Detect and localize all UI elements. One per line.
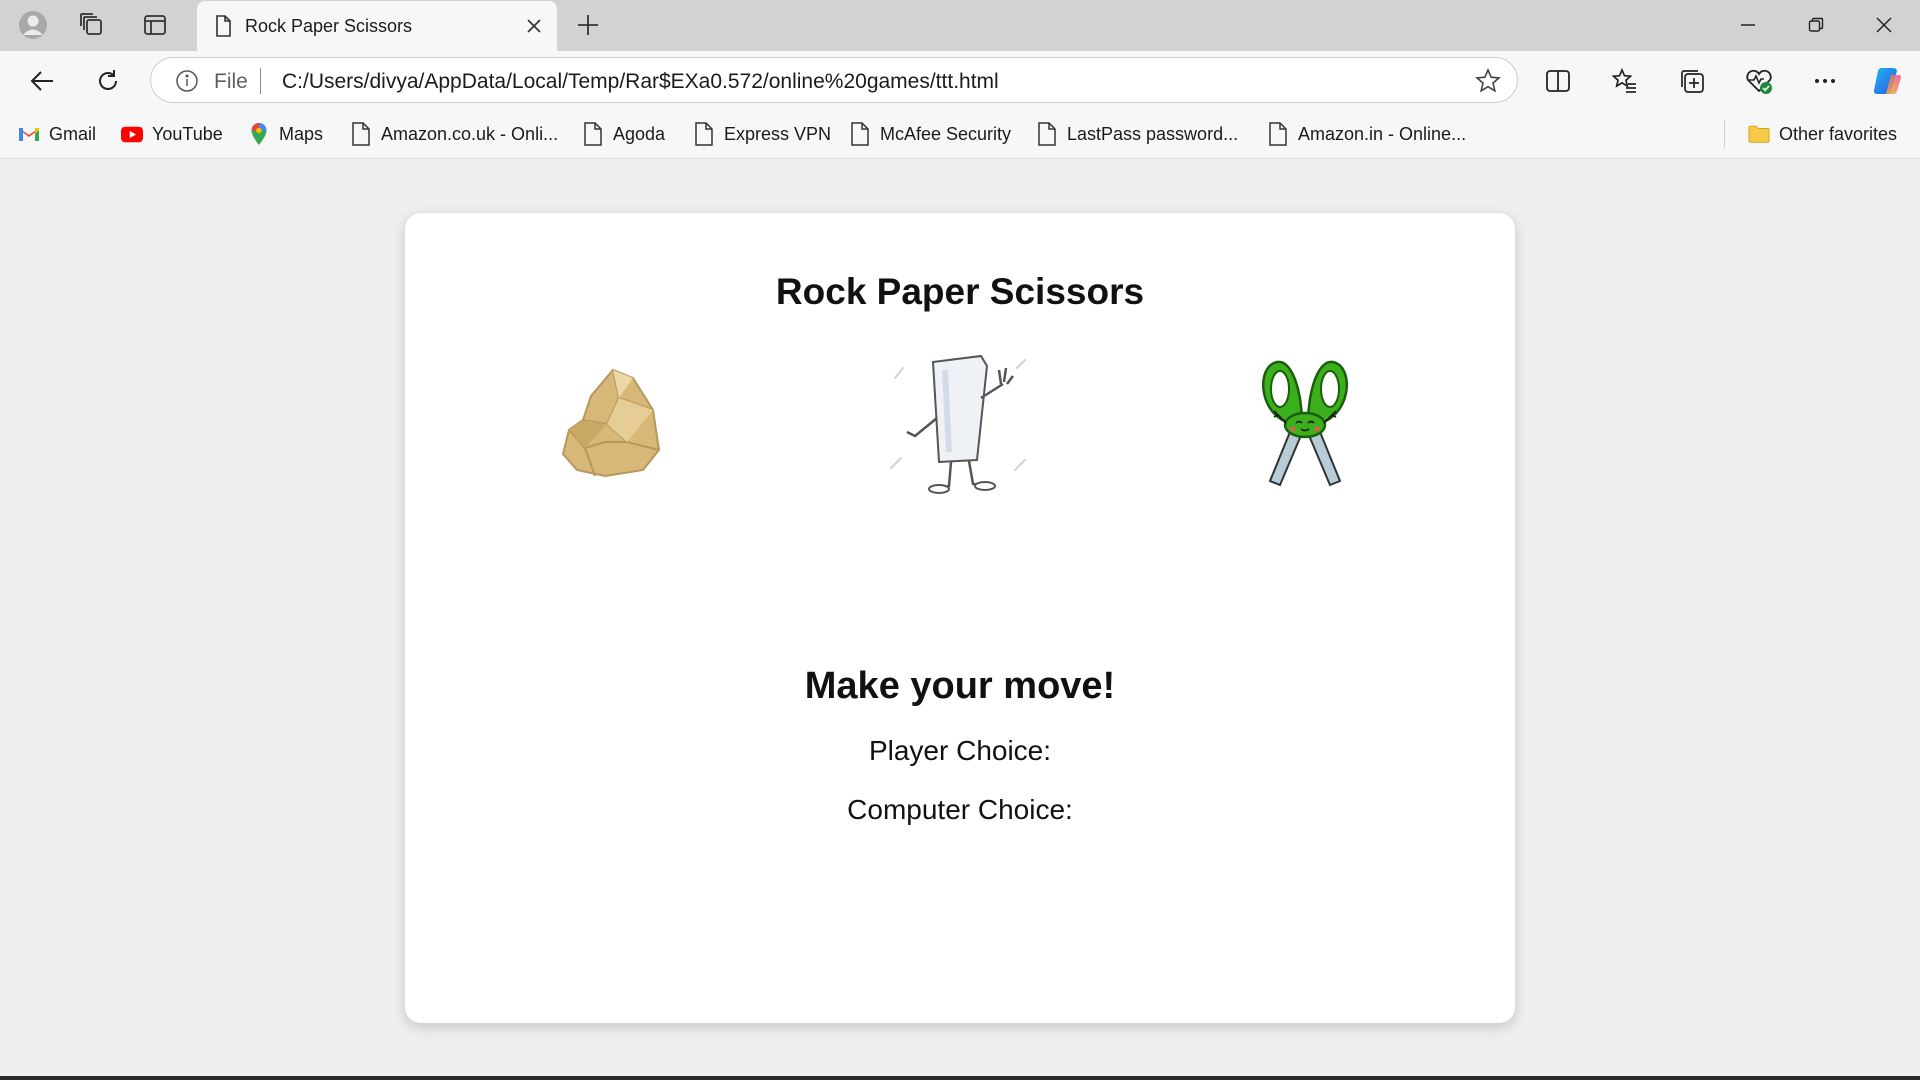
page-icon xyxy=(849,122,871,146)
workspaces-button[interactable] xyxy=(70,6,114,44)
collections-icon xyxy=(1681,70,1704,93)
page-title: Rock Paper Scissors xyxy=(775,271,1145,312)
heart-pulse-icon xyxy=(1746,69,1772,94)
page-icon xyxy=(1267,122,1289,146)
divider xyxy=(1724,120,1725,148)
split-screen-icon xyxy=(1546,70,1570,92)
favorite-mcafee[interactable]: McAfee Security xyxy=(849,121,1011,147)
close-window-button[interactable] xyxy=(1850,0,1918,50)
refresh-button[interactable] xyxy=(86,59,130,103)
favorite-label: LastPass password... xyxy=(1067,123,1239,144)
vertical-tabs-button[interactable] xyxy=(133,6,177,44)
close-icon xyxy=(1876,17,1892,33)
tab-title: Rock Paper Scissors xyxy=(245,16,413,36)
youtube-icon xyxy=(121,123,143,145)
more-icon xyxy=(1815,79,1835,83)
folder-icon xyxy=(1748,123,1770,145)
info-icon[interactable] xyxy=(175,69,199,93)
game-card: Rock Paper Scissors Make your move! Play… xyxy=(405,213,1515,1023)
tab-active[interactable]: Rock Paper Scissors xyxy=(197,1,557,51)
computer-choice-text: Computer Choice: xyxy=(847,794,1073,825)
favorite-express-vpn[interactable]: Express VPN xyxy=(693,121,831,147)
favorite-agoda[interactable]: Agoda xyxy=(582,121,665,147)
favorite-label: McAfee Security xyxy=(880,123,1012,144)
favorites-bar: Gmail YouTube Maps Amazon.co.uk - Onli..… xyxy=(0,110,1920,159)
status-message: Make your move! xyxy=(804,665,1116,707)
plus-icon xyxy=(578,15,598,35)
favorites-icon xyxy=(1612,68,1636,93)
split-screen-button[interactable] xyxy=(1536,59,1580,103)
collections-button[interactable] xyxy=(1670,59,1714,103)
favorite-label: Agoda xyxy=(613,123,666,144)
page-icon xyxy=(693,122,715,146)
new-tab-button[interactable] xyxy=(566,6,610,44)
paper-icon xyxy=(890,354,1026,494)
maps-icon xyxy=(248,123,270,145)
minimize-button[interactable] xyxy=(1714,0,1782,50)
favorite-label: YouTube xyxy=(152,123,223,144)
back-button[interactable] xyxy=(20,59,64,103)
page-viewport: Rock Paper Scissors Make your move! Play… xyxy=(6,160,1914,1076)
copilot-icon xyxy=(1873,67,1902,95)
rock-icon xyxy=(561,368,661,478)
restore-button[interactable] xyxy=(1782,0,1850,50)
other-favorites-folder[interactable]: Other favorites xyxy=(1748,121,1897,147)
navigation-toolbar: File C:/Users/divya/AppData/Local/Temp/R… xyxy=(0,51,1920,110)
favorite-amazon-in[interactable]: Amazon.in - Online... xyxy=(1267,121,1466,147)
favorite-label: Amazon.in - Online... xyxy=(1298,123,1467,144)
favorite-label: Gmail xyxy=(49,123,97,144)
favorite-label: Amazon.co.uk - Onli... xyxy=(381,123,559,144)
tab-strip: Rock Paper Scissors xyxy=(0,0,1920,51)
settings-more-button[interactable] xyxy=(1803,59,1847,103)
scissors-choice[interactable] xyxy=(1225,348,1385,498)
page-icon xyxy=(350,122,372,146)
tab-actions-icon xyxy=(144,15,166,35)
arrow-left-icon xyxy=(30,71,53,91)
player-choice-text: Player Choice: xyxy=(868,735,1052,766)
favorite-youtube[interactable]: YouTube xyxy=(121,121,223,147)
rock-choice[interactable] xyxy=(535,348,695,498)
close-icon xyxy=(527,19,541,33)
page-icon xyxy=(216,15,231,37)
favorite-gmail[interactable]: Gmail xyxy=(18,121,96,147)
page-icon xyxy=(582,122,604,146)
favorite-label: Express VPN xyxy=(724,123,832,144)
restore-icon xyxy=(1808,17,1824,32)
star-icon[interactable] xyxy=(1475,68,1501,94)
url-text[interactable]: C:/Users/divya/AppData/Local/Temp/Rar$EX… xyxy=(282,70,999,94)
tab-close-button[interactable] xyxy=(521,13,547,39)
refresh-icon xyxy=(99,70,117,90)
copilot-button[interactable] xyxy=(1865,59,1909,103)
favorite-lastpass[interactable]: LastPass password... xyxy=(1036,121,1238,147)
profile-button[interactable] xyxy=(11,6,55,44)
browser-essentials-button[interactable] xyxy=(1737,59,1781,103)
gmail-icon xyxy=(18,123,40,145)
address-bar[interactable]: File C:/Users/divya/AppData/Local/Temp/R… xyxy=(150,57,1518,103)
page-icon xyxy=(1036,122,1058,146)
workspaces-icon xyxy=(80,13,102,35)
profile-icon xyxy=(19,11,47,39)
favorite-label: Other favorites xyxy=(1779,123,1898,144)
divider xyxy=(260,68,261,94)
minimize-icon xyxy=(1741,24,1755,26)
favorites-button[interactable] xyxy=(1603,59,1647,103)
favorite-amazon-uk[interactable]: Amazon.co.uk - Onli... xyxy=(350,121,558,147)
favorite-label: Maps xyxy=(279,123,324,144)
scheme-label: File xyxy=(214,70,248,93)
taskbar-edge xyxy=(0,1076,1920,1080)
favorite-maps[interactable]: Maps xyxy=(248,121,323,147)
paper-choice[interactable] xyxy=(880,348,1040,498)
scissors-icon xyxy=(1261,360,1349,487)
